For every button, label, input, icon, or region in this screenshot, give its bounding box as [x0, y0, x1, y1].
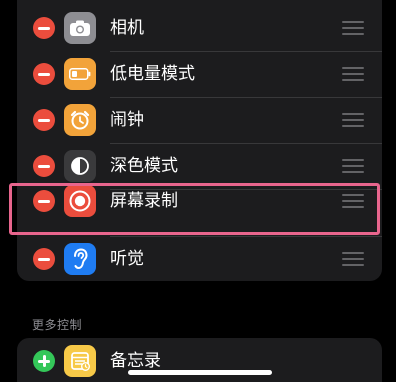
more-controls-list: 备忘录 [17, 338, 382, 382]
reorder-handle[interactable] [342, 113, 364, 127]
list-item-screen-recording: 屏幕录制 [17, 178, 382, 224]
notes-icon [64, 345, 96, 377]
reorder-handle[interactable] [342, 21, 364, 35]
list-item-label: 听觉 [110, 249, 144, 269]
control-center-settings: 相机 低电量模式 闹钟 深色模式 屏幕录制 听觉 更多控制 备忘录 [0, 0, 396, 382]
ear-icon [64, 243, 96, 275]
list-item-label: 低电量模式 [110, 64, 195, 84]
list-item-alarm: 闹钟 [17, 97, 382, 143]
battery-icon [64, 58, 96, 90]
included-controls-list: 相机 低电量模式 闹钟 深色模式 屏幕录制 听觉 [17, 0, 382, 281]
remove-hearing-button[interactable] [33, 248, 55, 270]
list-item-label: 深色模式 [110, 156, 178, 176]
screen-record-icon [64, 185, 96, 217]
add-notes-button[interactable] [33, 350, 55, 372]
list-item-label: 屏幕录制 [110, 191, 178, 211]
list-item-low-power-mode: 低电量模式 [17, 51, 382, 97]
list-item-hearing: 听觉 [17, 236, 382, 281]
reorder-handle[interactable] [342, 194, 364, 208]
camera-icon [64, 12, 96, 44]
reorder-handle[interactable] [342, 252, 364, 266]
remove-dark-mode-button[interactable] [33, 155, 55, 177]
home-indicator [128, 370, 272, 375]
remove-screen-recording-button[interactable] [33, 190, 55, 212]
list-item-notes: 备忘录 [17, 338, 382, 382]
remove-low-power-mode-button[interactable] [33, 63, 55, 85]
reorder-handle[interactable] [342, 159, 364, 173]
remove-alarm-button[interactable] [33, 109, 55, 131]
list-item-label: 闹钟 [110, 110, 144, 130]
alarm-clock-icon [64, 104, 96, 136]
section-header-more-controls: 更多控制 [32, 318, 83, 332]
reorder-handle[interactable] [342, 67, 364, 81]
list-item-camera: 相机 [17, 5, 382, 51]
list-item-label: 相机 [110, 18, 144, 38]
remove-camera-button[interactable] [33, 17, 55, 39]
